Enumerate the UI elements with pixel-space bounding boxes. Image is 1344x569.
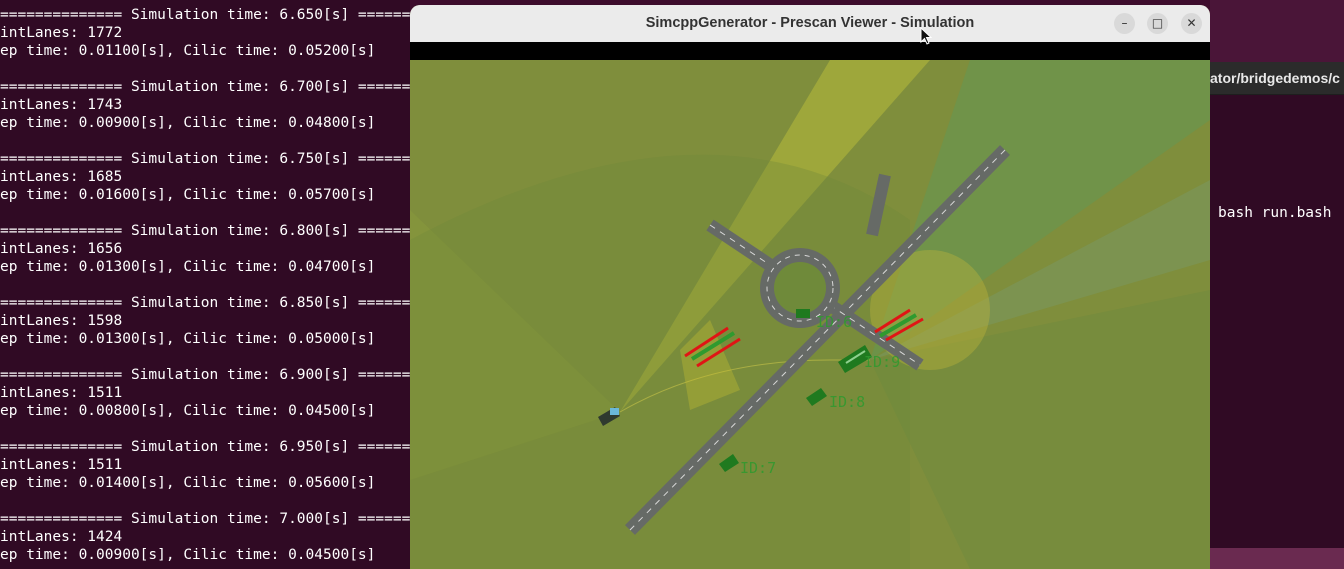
terminal-output-line: intLanes: 1511 (0, 457, 123, 473)
viewer-title: SimcppGenerator - Prescan Viewer - Simul… (645, 15, 975, 31)
maximize-button[interactable]: □ (1147, 13, 1168, 34)
terminal-output-line: ep time: 0.01400[s], Cilic time: 0.05600… (0, 475, 376, 491)
terminal-output-line: ep time: 0.01300[s], Cilic time: 0.04700… (0, 259, 376, 275)
terminal-output-line: ============== Simulation time: 6.900[s]… (0, 367, 410, 383)
terminal-output-line: ep time: 0.00800[s], Cilic time: 0.04500… (0, 403, 376, 419)
terminal-right-header[interactable]: ator/bridgedemos/c (1210, 62, 1344, 95)
simulation-scene[interactable]: ID:6 ID:9 ID:8 ID:7 (410, 60, 1210, 569)
terminal-output-line: ep time: 0.00900[s], Cilic time: 0.04500… (0, 547, 376, 563)
terminal-output-line: ============== Simulation time: 7.000[s]… (0, 511, 410, 527)
close-button[interactable]: ✕ (1181, 13, 1202, 34)
terminal-window-right[interactable]: ator/bridgedemos/c bash run.bash (1210, 62, 1344, 548)
terminal-output-line: intLanes: 1743 (0, 97, 123, 113)
terminal-output-line: ============== Simulation time: 6.850[s]… (0, 295, 410, 311)
terminal-output-line: ep time: 0.01300[s], Cilic time: 0.05000… (0, 331, 376, 347)
mouse-cursor-icon (920, 27, 932, 45)
terminal-output-line: ============== Simulation time: 6.750[s]… (0, 151, 410, 167)
terminal-right-command: bash run.bash (1218, 205, 1332, 221)
vehicle-label-id9: ID:9 (864, 353, 900, 371)
desktop-background (1210, 0, 1344, 62)
terminal-output-line: ep time: 0.01600[s], Cilic time: 0.05700… (0, 187, 376, 203)
terminal-output-line: ============== Simulation time: 6.650[s]… (0, 7, 410, 23)
vehicle-label-id7: ID:7 (740, 459, 776, 477)
terminal-output-line: intLanes: 1424 (0, 529, 123, 545)
desktop-background-bottom (1210, 548, 1344, 569)
vehicle-label-id6: ID:6 (816, 313, 852, 331)
terminal-output-line: ============== Simulation time: 6.800[s]… (0, 223, 410, 239)
vehicle-id6[interactable] (796, 309, 810, 318)
terminal-output-line: intLanes: 1598 (0, 313, 123, 329)
terminal-output-line: ============== Simulation time: 6.950[s]… (0, 439, 410, 455)
terminal-output-line: intLanes: 1772 (0, 25, 123, 41)
terminal-output-line: intLanes: 1656 (0, 241, 123, 257)
prescan-viewer-window[interactable]: SimcppGenerator - Prescan Viewer - Simul… (410, 5, 1210, 569)
terminal-output-line: ep time: 0.01100[s], Cilic time: 0.05200… (0, 43, 376, 59)
terminal-window-left[interactable]: ============== Simulation time: 6.650[s]… (0, 0, 410, 569)
terminal-output-line: intLanes: 1511 (0, 385, 123, 401)
terminal-output-line: intLanes: 1685 (0, 169, 123, 185)
terminal-output-line: ep time: 0.00900[s], Cilic time: 0.04800… (0, 115, 376, 131)
viewer-titlebar[interactable]: SimcppGenerator - Prescan Viewer - Simul… (410, 5, 1210, 43)
terminal-output-line: ============== Simulation time: 6.700[s]… (0, 79, 410, 95)
viewer-toolbar-strip (410, 42, 1210, 60)
minimize-button[interactable]: – (1114, 13, 1135, 34)
terminal-right-title: ator/bridgedemos/c (1210, 70, 1340, 86)
vehicle-label-id8: ID:8 (829, 393, 865, 411)
